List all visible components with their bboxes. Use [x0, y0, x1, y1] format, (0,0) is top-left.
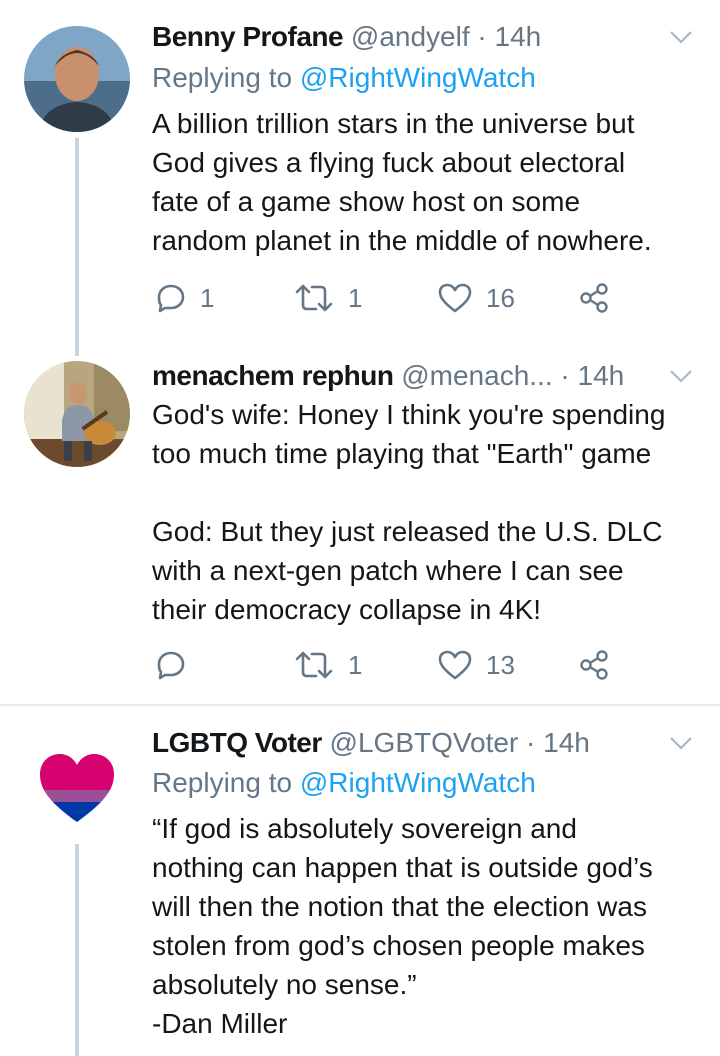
tweet-actions: 1 1 16 [152, 278, 622, 318]
avatar[interactable] [24, 26, 130, 132]
retweet-icon [295, 284, 333, 312]
tweet-header: menachem rephun @menach... · 14h [152, 357, 624, 395]
display-name[interactable]: menachem rephun [152, 360, 394, 391]
replying-to-link[interactable]: @RightWingWatch [300, 767, 536, 798]
user-handle[interactable]: @andyelf [351, 21, 470, 52]
tweet-benny-profane[interactable]: Benny Profane @andyelf · 14h Replying to… [0, 0, 720, 356]
heart-icon [438, 650, 472, 680]
tweet-header: LGBTQ Voter @LGBTQVoter · 14h [152, 724, 590, 762]
like-count: 16 [486, 282, 515, 313]
retweet-button[interactable]: 1 [294, 645, 362, 685]
avatar[interactable] [24, 732, 130, 838]
timestamp[interactable]: 14h [543, 727, 590, 758]
share-icon [580, 283, 608, 313]
tweet-actions: 1 13 [152, 645, 622, 685]
reply-icon [157, 651, 185, 680]
display-name[interactable]: LGBTQ Voter [152, 727, 322, 758]
replying-prefix: Replying to [152, 62, 293, 93]
user-handle[interactable]: @menach... [401, 360, 552, 391]
chevron-down-icon[interactable] [668, 363, 694, 389]
separator: · [560, 360, 570, 391]
separator: · [477, 21, 487, 52]
share-button[interactable] [578, 645, 610, 685]
replying-prefix: Replying to [152, 767, 293, 798]
like-button[interactable]: 13 [438, 645, 515, 685]
timestamp[interactable]: 14h [495, 21, 542, 52]
display-name[interactable]: Benny Profane [152, 21, 344, 52]
retweet-button[interactable]: 1 [294, 278, 362, 318]
tweet-menachem-rephun[interactable]: menachem rephun @menach... · 14h God's w… [0, 345, 720, 705]
tweet-text: God's wife: Honey I think you're spendin… [152, 399, 666, 625]
like-button[interactable]: 16 [438, 278, 515, 318]
reply-count: 1 [200, 282, 215, 313]
tweet-header: Benny Profane @andyelf · 14h [152, 18, 541, 56]
like-count: 13 [486, 649, 515, 680]
reply-button[interactable] [156, 645, 186, 685]
tweet-text: A billion trillion stars in the universe… [152, 108, 652, 256]
timestamp[interactable]: 14h [578, 360, 625, 391]
chevron-down-icon[interactable] [668, 730, 694, 756]
thread-line [75, 138, 79, 356]
retweet-count: 1 [348, 282, 363, 313]
separator: · [526, 727, 536, 758]
user-handle[interactable]: @LGBTQVoter [330, 727, 519, 758]
tweet-lgbtq-voter[interactable]: LGBTQ Voter @LGBTQVoter · 14h Replying t… [0, 706, 720, 1056]
share-button[interactable] [578, 278, 610, 318]
reply-icon [157, 284, 185, 313]
chevron-down-icon[interactable] [668, 24, 694, 50]
reply-button[interactable]: 1 [156, 278, 214, 318]
retweet-icon [295, 651, 333, 679]
thread-line [75, 844, 79, 1056]
replying-to: Replying to @RightWingWatch [152, 59, 536, 97]
tweet-text: “If god is absolutely sovereign and noth… [152, 813, 653, 1039]
replying-to-link[interactable]: @RightWingWatch [300, 62, 536, 93]
share-icon [580, 650, 608, 680]
avatar[interactable] [24, 361, 130, 467]
replying-to: Replying to @RightWingWatch [152, 764, 536, 802]
retweet-count: 1 [348, 649, 363, 680]
heart-icon [438, 283, 472, 313]
